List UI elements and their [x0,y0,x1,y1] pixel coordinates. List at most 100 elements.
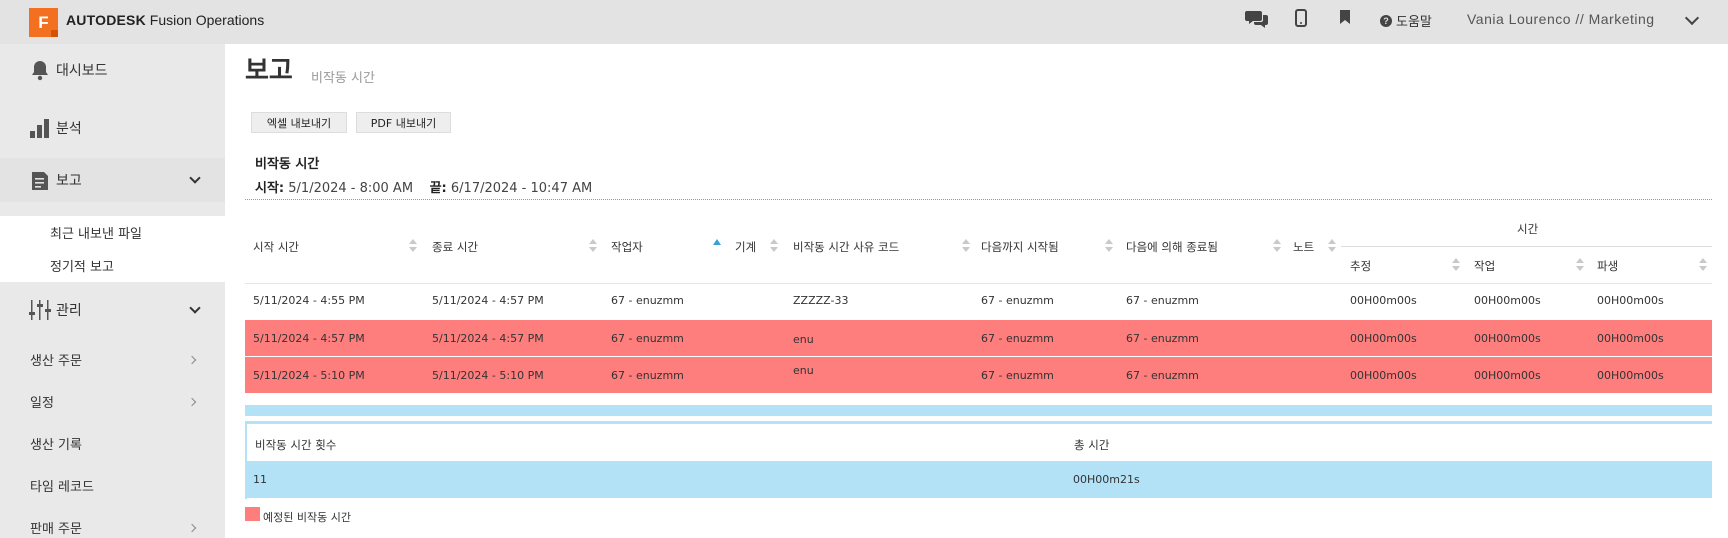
col-note[interactable]: 노트 [1293,239,1314,255]
cell-ended-by: 67 - enuzmm [1126,369,1199,382]
user-menu[interactable]: Vania Lourenco // Marketing [1467,11,1655,27]
cell-reason: enu [793,364,814,377]
legend-label-planned: 예정된 비작동 시간 [263,511,351,524]
sidebar-item-scheduled-reports[interactable]: 정기적 보고 [50,256,114,275]
reports-submenu: 최근 내보낸 파일 정기적 보고 [0,216,225,282]
table-row[interactable]: 5/11/2024 - 4:55 PM 5/11/2024 - 4:57 PM … [245,283,1712,319]
divider [245,199,1712,200]
cell-started-by: 67 - enuzmm [981,369,1054,382]
cell-estimate: 00H00m00s [1350,332,1417,345]
end-value: 6/17/2024 - 10:47 AM [450,181,593,196]
help-icon: ? [1380,14,1392,27]
sidebar-item-production-orders[interactable]: 생산 주문 [30,350,82,369]
sidebar-label-management: 관리 [56,303,82,319]
summary-values: 11 00H00m21s [245,461,1712,498]
sort-icon[interactable] [1328,239,1336,253]
chevron-down-icon [189,172,201,184]
col-work[interactable]: 작업 [1474,258,1495,274]
cell-reason: enu [793,333,814,346]
sidebar-item-schedule[interactable]: 일정 [30,392,54,411]
col-start-time[interactable]: 시작 시간 [253,239,299,255]
sort-icon[interactable] [1576,258,1584,272]
cell-worker: 67 - enuzmm [611,369,684,382]
help-link[interactable]: ? 도움말 [1380,11,1432,30]
sort-ascending-icon[interactable] [713,239,721,245]
cell-started-by: 67 - enuzmm [981,332,1054,345]
col-started-by[interactable]: 다음까지 시작됨 [981,239,1059,255]
sort-icon[interactable] [409,239,417,253]
sidebar-item-sales-orders[interactable]: 판매 주문 [30,518,82,537]
col-end-time[interactable]: 종료 시간 [432,239,478,255]
cell-derived: 00H00m00s [1597,332,1664,345]
cell-end: 5/11/2024 - 4:57 PM [432,332,544,345]
cell-start: 5/11/2024 - 4:55 PM [253,294,365,307]
start-label: 시작: [255,181,285,196]
table-row-planned[interactable]: 5/11/2024 - 5:10 PM 5/11/2024 - 5:10 PM … [245,357,1712,393]
legend-swatch-planned [245,507,260,521]
sort-icon[interactable] [1105,239,1113,253]
report-title: 비작동 시간 [255,157,320,172]
sort-icon[interactable] [1699,258,1707,272]
cell-ended-by: 67 - enuzmm [1126,332,1199,345]
chevron-down-icon [189,302,201,314]
report-range: 시작: 5/1/2024 - 8:00 AM 끝: 6/17/2024 - 10… [255,177,592,196]
help-label: 도움말 [1396,15,1432,30]
cell-estimate: 00H00m00s [1350,294,1417,307]
export-pdf-button[interactable]: PDF 내보내기 [356,112,451,133]
sidebar: 대시보드 분석 보고 최근 내보낸 파일 정기적 보고 관리 생산 주문 일정 … [0,44,225,538]
sidebar-label-dashboard: 대시보드 [56,63,108,79]
sidebar-item-management[interactable]: 관리 [0,298,225,322]
chevron-right-icon [187,355,197,365]
col-derived[interactable]: 파생 [1597,258,1618,274]
cell-work: 00H00m00s [1474,294,1541,307]
col-ended-by[interactable]: 다음에 의해 종료됨 [1126,239,1218,255]
cell-worker: 67 - enuzmm [611,294,684,307]
fusion-logo[interactable]: F [29,8,58,37]
col-machine[interactable]: 기계 [735,239,756,255]
mobile-icon[interactable] [1295,9,1307,27]
sidebar-item-time-records[interactable]: 타임 레코드 [30,476,94,495]
col-worker[interactable]: 작업자 [611,239,643,255]
chat-icon[interactable] [1245,9,1269,29]
bell-icon [29,59,51,81]
summary-count-value: 11 [253,473,267,486]
sidebar-item-reports[interactable]: 보고 [0,158,225,202]
cell-estimate: 00H00m00s [1350,369,1417,382]
sliders-icon [29,299,51,321]
sort-icon[interactable] [962,239,970,253]
sort-icon[interactable] [770,239,778,253]
cell-worker: 67 - enuzmm [611,332,684,345]
cell-started-by: 67 - enuzmm [981,294,1054,307]
sort-icon[interactable] [589,239,597,253]
summary-total-label: 총 시간 [1074,438,1110,452]
bar-chart-icon [29,117,51,139]
page-subtitle: 비작동 시간 [311,71,375,86]
start-value: 5/1/2024 - 8:00 AM [288,181,414,196]
summary-total-value: 00H00m21s [1073,473,1140,486]
sidebar-label-reports: 보고 [56,173,82,189]
sidebar-item-dashboard[interactable]: 대시보드 [0,58,225,82]
sort-icon[interactable] [1452,258,1460,272]
cell-end: 5/11/2024 - 4:57 PM [432,294,544,307]
cell-reason: ZZZZZ-33 [793,294,849,307]
bookmark-icon[interactable] [1339,9,1351,25]
sort-icon[interactable] [1273,239,1281,253]
sidebar-item-production-log[interactable]: 생산 기록 [30,434,82,453]
top-bar: F AUTODESK Fusion Operations ? 도움말 Vania… [0,0,1728,44]
chevron-right-icon [187,397,197,407]
summary-count-label: 비작동 시간 횟수 [255,438,337,452]
brand-name: AUTODESK Fusion Operations [66,12,264,28]
col-estimate[interactable]: 추정 [1350,258,1371,274]
cell-start: 5/11/2024 - 5:10 PM [253,369,365,382]
table-row-planned[interactable]: 5/11/2024 - 4:57 PM 5/11/2024 - 4:57 PM … [245,320,1712,356]
export-excel-button[interactable]: 엑셀 내보내기 [251,112,347,133]
sidebar-item-recent-exports[interactable]: 최근 내보낸 파일 [50,223,142,242]
chevron-down-icon[interactable] [1684,10,1700,26]
cell-ended-by: 67 - enuzmm [1126,294,1199,307]
brand-product: Fusion Operations [149,12,265,28]
sidebar-item-analytics[interactable]: 분석 [0,116,225,140]
col-downtime-reason[interactable]: 비작동 시간 사유 코드 [793,239,899,255]
cell-derived: 00H00m00s [1597,294,1664,307]
cell-start: 5/11/2024 - 4:57 PM [253,332,365,345]
time-group-rule [1341,246,1712,247]
